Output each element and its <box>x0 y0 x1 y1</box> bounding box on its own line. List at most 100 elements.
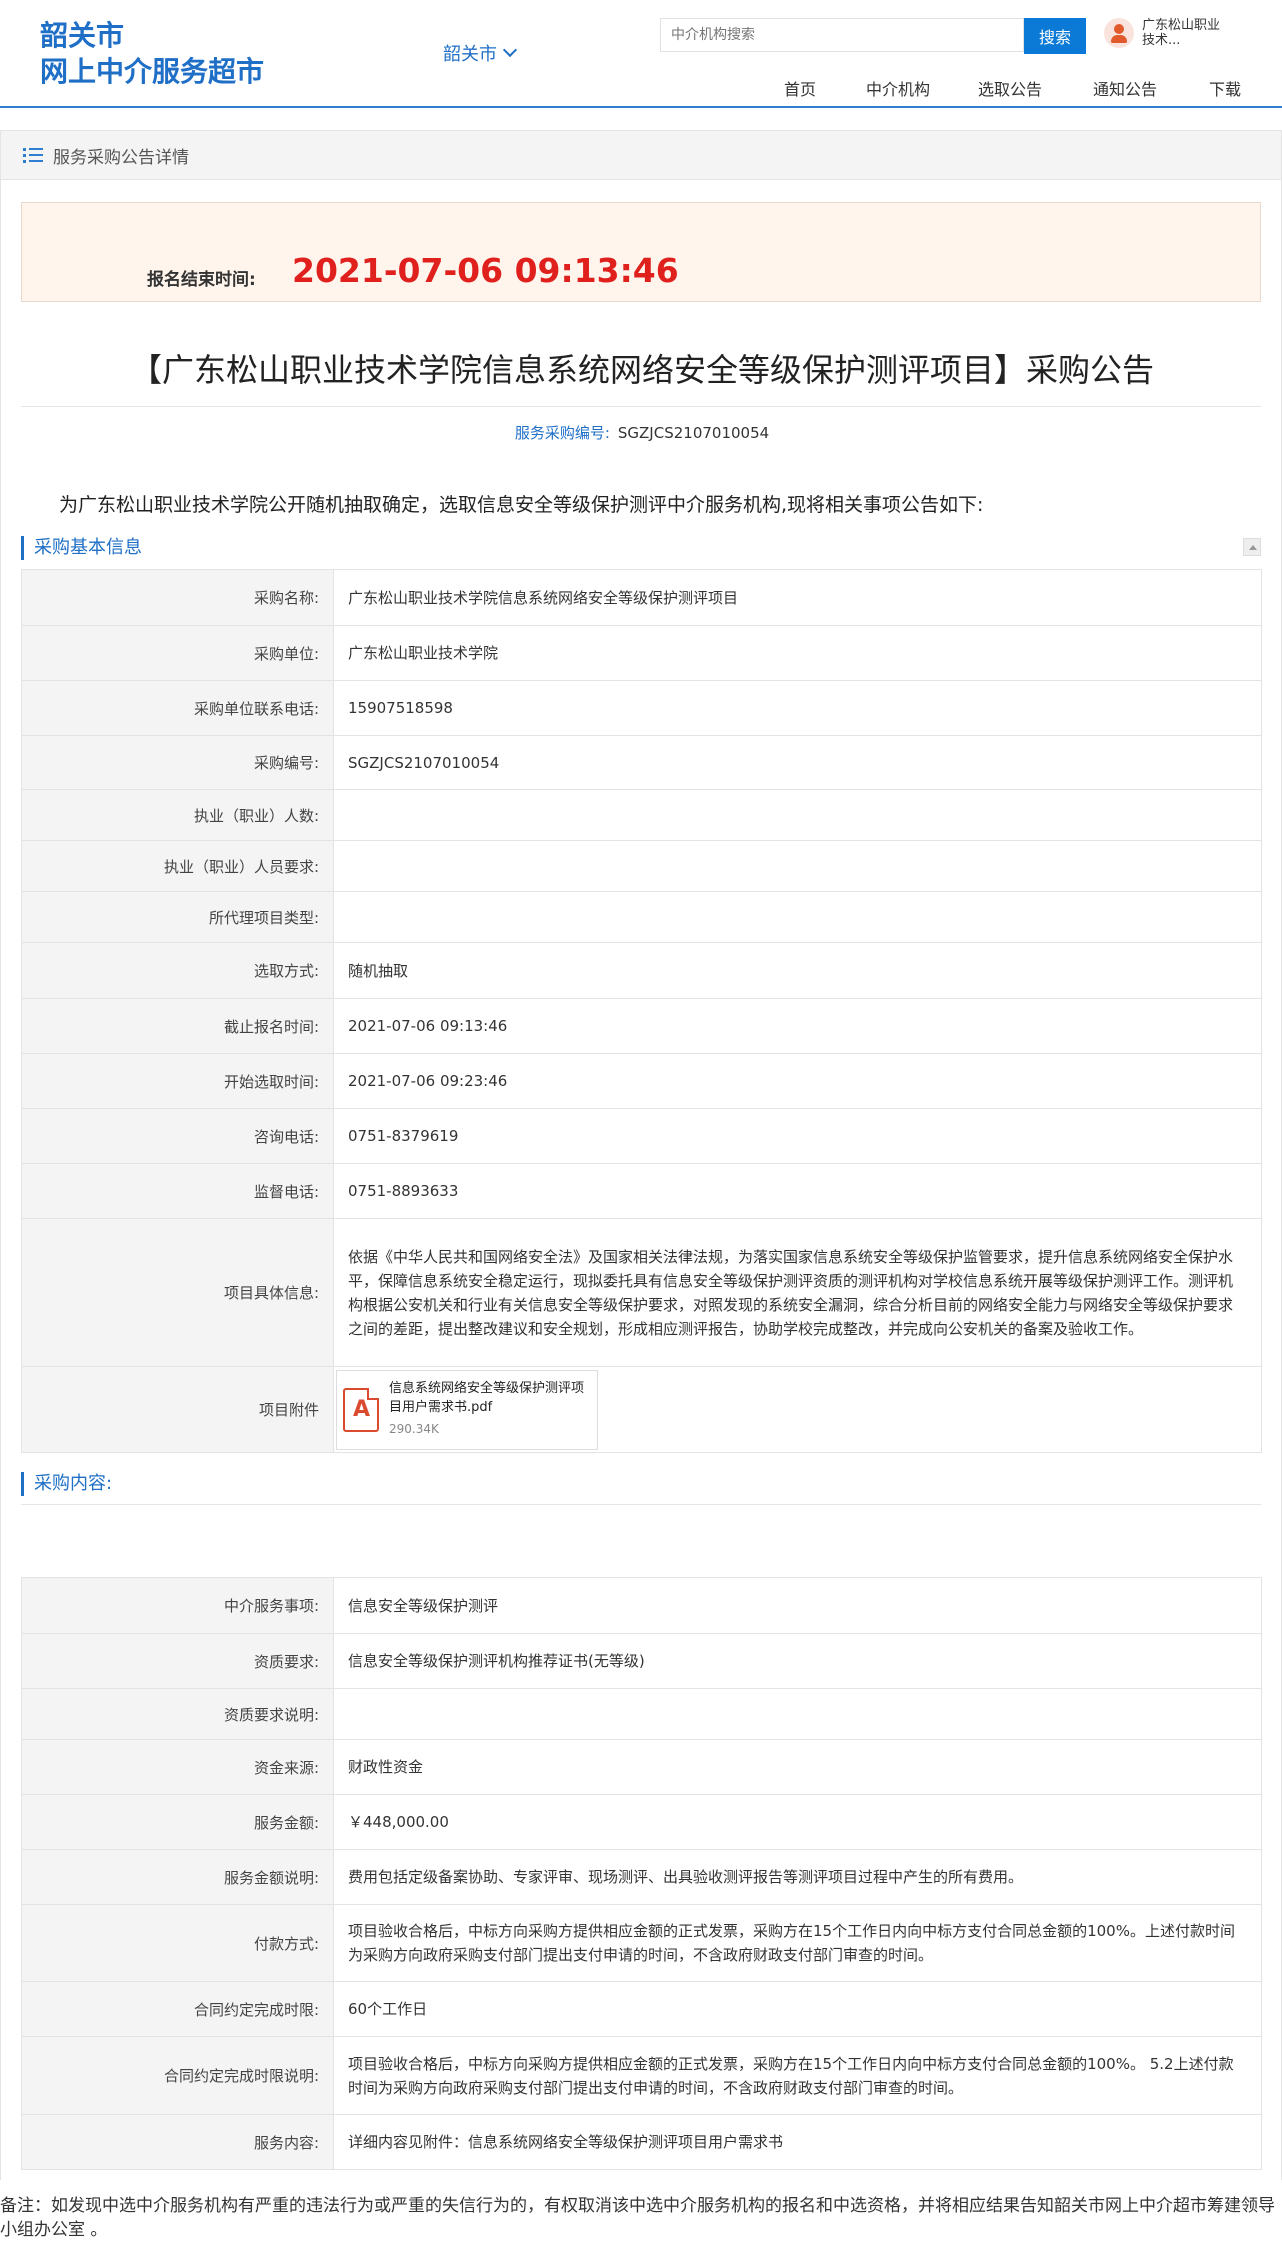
user-menu[interactable]: 广东松山职业技术... <box>1104 18 1232 48</box>
section-content: 采购内容: <box>21 1472 1261 1496</box>
site-header: 韶关市 网上中介服务超市 韶关市 搜索 广东松山职业技术... 首页 中介机构 … <box>0 0 1282 108</box>
code-label: 服务采购编号: <box>514 424 610 442</box>
basic-info-table: 采购名称: 广东松山职业技术学院信息系统网络安全等级保护测评项目 采购单位: 广东松山… <box>21 569 1262 1453</box>
row-label: 咨询电话: <box>21 1108 334 1164</box>
procurement-code: 服务采购编号: SGZJCS2107010054 <box>1 422 1282 443</box>
nav-downloads[interactable]: 下载 <box>1209 76 1241 100</box>
table-row: 合同约定完成时限说明: 项目验收合格后，中标方向采购方提供相应金额的正式发票，采购… <box>21 2036 1262 2115</box>
row-label: 截止报名时间: <box>21 998 334 1054</box>
attachment-file[interactable]: 信息系统网络安全等级保护测评项目用户需求书.pdf 290.34K <box>336 1369 598 1450</box>
row-value: 费用包括定级备案协助、专家评审、现场测评、出具验收测评报告等测评项目过程中产生的… <box>333 1849 1262 1905</box>
row-value: 0751-8893633 <box>333 1163 1262 1219</box>
table-row: 资质要求说明: <box>21 1688 1262 1740</box>
attachment-name: 信息系统网络安全等级保护测评项目用户需求书.pdf <box>389 1380 585 1415</box>
table-row: 截止报名时间: 2021-07-06 09:13:46 <box>21 998 1262 1054</box>
table-row: 服务内容: 详细内容见附件：信息系统网络安全等级保护测评项目用户需求书 <box>21 2114 1262 2170</box>
logo-line-2: 网上中介服务超市 <box>40 55 265 88</box>
table-row: 付款方式: 项目验收合格后，中标方向采购方提供相应金额的正式发票，采购方在15个工… <box>21 1904 1262 1982</box>
row-label: 合同约定完成时限说明: <box>21 2036 334 2115</box>
table-row: 服务金额: ￥448,000.00 <box>21 1794 1262 1850</box>
table-row: 服务金额说明: 费用包括定级备案协助、专家评审、现场测评、出具验收测评报告等测评项… <box>21 1849 1262 1905</box>
row-label: 服务内容: <box>21 2114 334 2170</box>
city-label: 韶关市 <box>443 44 497 65</box>
nav-announcements[interactable]: 通知公告 <box>1093 76 1209 100</box>
row-value: 信息安全等级保护测评 <box>333 1577 1262 1634</box>
row-label: 开始选取时间: <box>21 1053 334 1109</box>
row-label: 合同约定完成时限: <box>21 1981 334 2037</box>
row-value: 财政性资金 <box>333 1739 1262 1795</box>
table-row: 执业（职业）人数: <box>21 789 1262 841</box>
table-row: 项目具体信息: 依据《中华人民共和国网络安全法》及国家相关法律法规，为落实国家信息… <box>21 1218 1262 1367</box>
row-value: 信息安全等级保护测评机构推荐证书(无等级) <box>333 1633 1262 1689</box>
city-selector[interactable]: 韶关市 <box>443 40 518 66</box>
attachment-row: 项目附件 信息系统网络安全等级保护测评项目用户需求书.pdf 290.34K <box>21 1366 1262 1453</box>
row-value <box>333 1688 1262 1740</box>
intro-text: 为广东松山职业技术学院公开随机抽取确定，选取信息安全等级保护测评中介服务机构,现… <box>59 494 984 516</box>
row-value: 项目验收合格后，中标方向采购方提供相应金额的正式发票，采购方在15个工作日内向中… <box>333 1904 1262 1982</box>
table-row: 合同约定完成时限: 60个工作日 <box>21 1981 1262 2037</box>
nav-agencies[interactable]: 中介机构 <box>866 76 978 100</box>
row-label: 执业（职业）人员要求: <box>21 840 334 892</box>
table-row: 采购编号: SGZJCS2107010054 <box>21 735 1262 790</box>
row-label: 中介服务事项: <box>21 1577 334 1634</box>
row-value: 详细内容见附件：信息系统网络安全等级保护测评项目用户需求书 <box>333 2114 1262 2170</box>
table-row: 选取方式: 随机抽取 <box>21 942 1262 999</box>
row-value: 60个工作日 <box>333 1981 1262 2037</box>
collapse-icon[interactable] <box>1243 538 1261 556</box>
row-label: 所代理项目类型: <box>21 891 334 943</box>
table-row: 监督电话: 0751-8893633 <box>21 1163 1262 1219</box>
row-label: 付款方式: <box>21 1904 334 1982</box>
row-value: 15907518598 <box>333 680 1262 736</box>
row-label: 服务金额说明: <box>21 1849 334 1905</box>
table-row: 咨询电话: 0751-8379619 <box>21 1108 1262 1164</box>
section-basic-info: 采购基本信息 <box>21 536 1261 560</box>
search-button[interactable]: 搜索 <box>1024 18 1086 54</box>
row-value: 广东松山职业技术学院信息系统网络安全等级保护测评项目 <box>333 569 1262 626</box>
search-input[interactable] <box>660 18 1024 52</box>
row-value: 项目验收合格后，中标方向采购方提供相应金额的正式发票，采购方在15个工作日内向中… <box>333 2036 1262 2115</box>
table-row: 采购单位联系电话: 15907518598 <box>21 680 1262 736</box>
table-row: 采购单位: 广东松山职业技术学院 <box>21 625 1262 681</box>
breadcrumb-label: 服务采购公告详情 <box>53 147 189 168</box>
section-content-title: 采购内容: <box>34 1473 113 1494</box>
section-divider <box>21 1504 1261 1505</box>
row-label: 监督电话: <box>21 1163 334 1219</box>
attachment-label: 项目附件 <box>21 1366 334 1453</box>
nav-home[interactable]: 首页 <box>784 76 866 100</box>
nav-selection-notices[interactable]: 选取公告 <box>978 76 1093 100</box>
main-nav: 首页 中介机构 选取公告 通知公告 下载 <box>784 76 1241 100</box>
user-name: 广东松山职业技术... <box>1142 18 1221 48</box>
table-row: 资金来源: 财政性资金 <box>21 1739 1262 1795</box>
logo-line-1: 韶关市 <box>40 19 125 52</box>
title-divider <box>21 406 1261 407</box>
row-label: 资质要求说明: <box>21 1688 334 1740</box>
chevron-down-icon <box>502 42 518 58</box>
table-row: 采购名称: 广东松山职业技术学院信息系统网络安全等级保护测评项目 <box>21 569 1262 626</box>
row-label: 采购名称: <box>21 569 334 626</box>
table-row: 中介服务事项: 信息安全等级保护测评 <box>21 1577 1262 1634</box>
list-icon <box>23 147 43 163</box>
footnote: 备注：如发现中选中介服务机构有严重的违法行为或严重的失信行为的，有权取消该中选中… <box>0 2196 1275 2240</box>
table-row: 开始选取时间: 2021-07-06 09:23:46 <box>21 1053 1262 1109</box>
pdf-icon <box>343 1387 379 1432</box>
content-table: 中介服务事项: 信息安全等级保护测评 资质要求: 信息安全等级保护测评机构推荐证书(无… <box>21 1577 1262 2170</box>
site-logo[interactable]: 韶关市 网上中介服务超市 <box>40 18 264 90</box>
row-value: 0751-8379619 <box>333 1108 1262 1164</box>
attachment-size: 290.34K <box>389 1421 439 1436</box>
row-label: 采购单位联系电话: <box>21 680 334 736</box>
row-value: 依据《中华人民共和国网络安全法》及国家相关法律法规，为落实国家信息系统安全等级保… <box>333 1218 1262 1367</box>
row-value: SGZJCS2107010054 <box>333 735 1262 790</box>
deadline-banner: 报名结束时间: 2021-07-06 09:13:46 <box>21 202 1261 302</box>
row-value: 广东松山职业技术学院 <box>333 625 1262 681</box>
table-row: 执业（职业）人员要求: <box>21 840 1262 892</box>
row-value: 2021-07-06 09:23:46 <box>333 1053 1262 1109</box>
user-avatar-icon <box>1104 18 1134 48</box>
row-value <box>333 840 1262 892</box>
table-row: 资质要求: 信息安全等级保护测评机构推荐证书(无等级) <box>21 1633 1262 1689</box>
row-label: 资金来源: <box>21 1739 334 1795</box>
row-label: 执业（职业）人数: <box>21 789 334 841</box>
row-label: 项目具体信息: <box>21 1218 334 1367</box>
section-basic-title: 采购基本信息 <box>34 537 142 558</box>
main-content: 报名结束时间: 2021-07-06 09:13:46 【广东松山职业技术学院信… <box>0 180 1282 2180</box>
deadline-label: 报名结束时间: <box>147 270 256 290</box>
